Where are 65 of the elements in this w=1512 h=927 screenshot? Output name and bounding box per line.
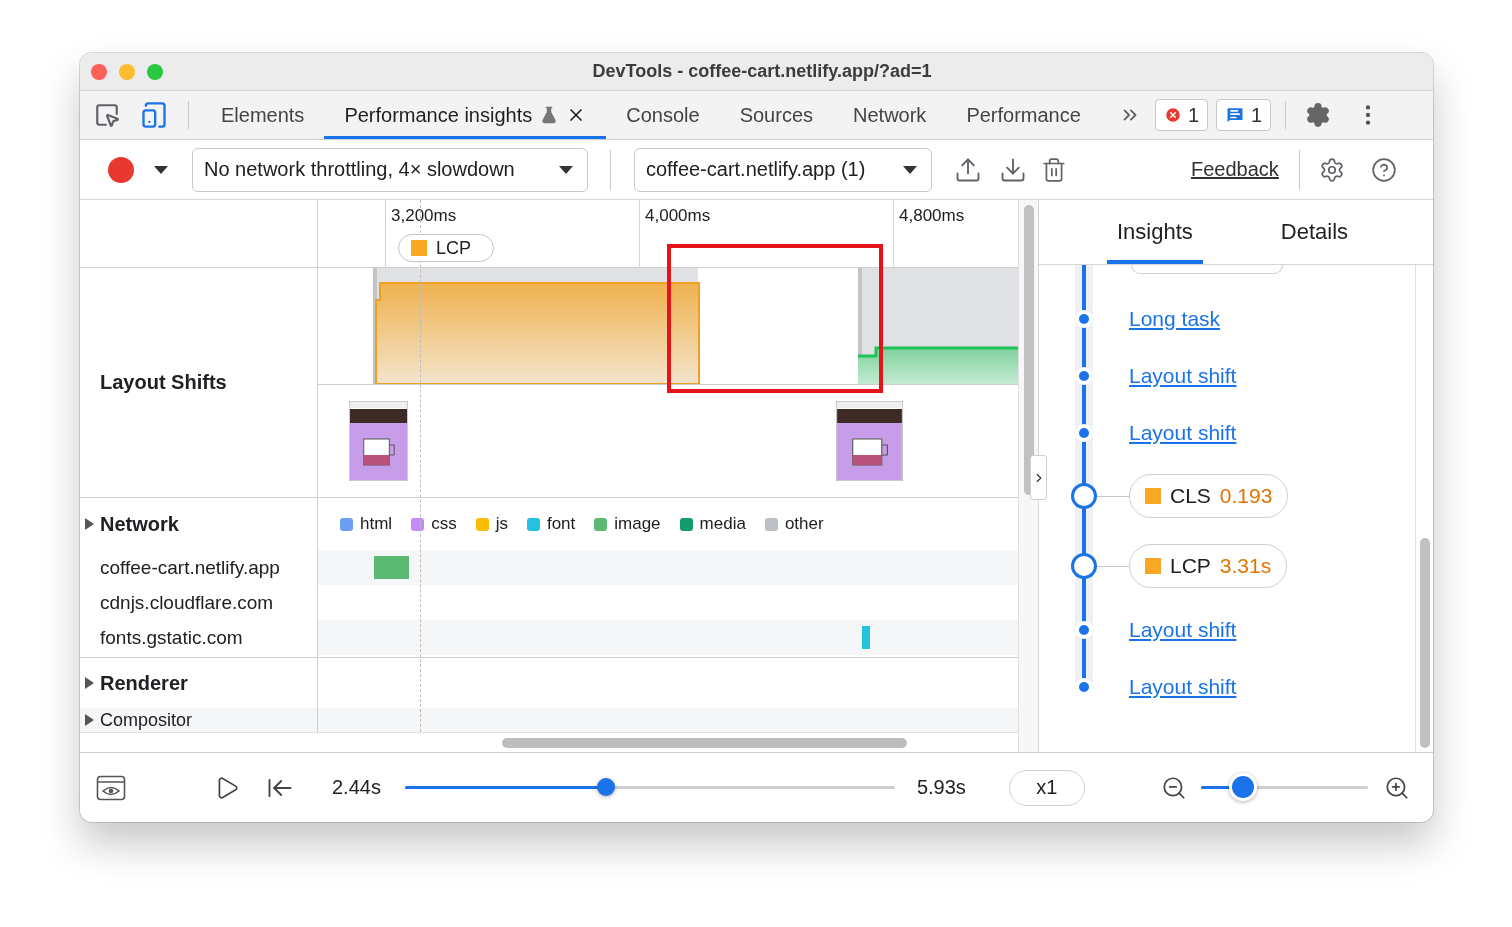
layout-shift-area[interactable] — [858, 346, 1018, 384]
throttling-select[interactable]: No network throttling, 4× slowdown — [192, 147, 588, 192]
window-title: DevTools - coffee-cart.netlify.app/?ad=1 — [591, 61, 933, 82]
feedback-link[interactable]: Feedback — [1191, 158, 1279, 181]
expand-icon[interactable] — [84, 677, 94, 689]
page-select[interactable]: coffee-cart.netlify.app (1) — [634, 147, 932, 192]
start-time: 2.44s — [332, 776, 381, 799]
scrollbar-thumb[interactable] — [1419, 538, 1430, 748]
speed-button[interactable]: x1 — [1008, 769, 1085, 806]
insight-link[interactable]: Layout shift — [1129, 420, 1237, 445]
panel-tab[interactable]: Performance — [946, 91, 1101, 139]
insight-link[interactable]: Long task — [1129, 306, 1221, 331]
insight-link[interactable]: Layout shift — [1129, 674, 1237, 699]
legend-item: other — [764, 514, 824, 534]
host-name: fonts.gstatic.com — [99, 625, 244, 650]
error-icon — [1163, 106, 1182, 124]
host-name: coffee-cart.netlify.app — [99, 555, 281, 580]
panel-tab[interactable]: Performance insights — [324, 91, 607, 139]
panel-tab[interactable]: Insights — [1107, 200, 1203, 264]
insight-link[interactable]: Layout shift — [1129, 363, 1237, 388]
zoom-out-icon[interactable] — [1160, 774, 1187, 801]
expand-icon[interactable] — [84, 518, 94, 530]
caret-icon[interactable] — [154, 165, 168, 174]
track-title: Network — [100, 512, 179, 536]
zoom-in-icon[interactable] — [1383, 774, 1410, 801]
panel-tab[interactable]: Console — [606, 91, 720, 139]
panel-tab[interactable]: Network — [833, 91, 947, 139]
legend-item: html — [340, 514, 393, 534]
legend-item: js — [475, 514, 508, 534]
record-button[interactable] — [108, 156, 134, 183]
legend-item: image — [594, 514, 661, 534]
panel-tab[interactable]: Details — [1270, 200, 1359, 264]
legend-item: font — [526, 514, 576, 534]
host-name: cdnjs.cloudflare.com — [99, 590, 275, 615]
track-title: Layout Shifts — [100, 371, 228, 394]
track-title: Renderer — [100, 671, 188, 695]
screenshot-toggle-icon[interactable] — [96, 774, 126, 801]
panel-tab[interactable]: Elements — [201, 91, 325, 139]
close-window-button[interactable] — [91, 63, 107, 80]
device-icon[interactable] — [140, 101, 168, 129]
timeline-node — [1071, 483, 1097, 509]
inspect-icon[interactable] — [94, 102, 120, 128]
error-count[interactable]: 1 — [1154, 99, 1208, 131]
message-count[interactable]: 1 — [1216, 99, 1272, 131]
insight-link[interactable]: Layout shift — [1129, 617, 1237, 642]
time-tick: 4,000ms — [645, 206, 711, 226]
lcp-marker[interactable]: LCP — [398, 234, 494, 262]
time-tick: 4,800ms — [899, 206, 965, 226]
help-icon[interactable] — [1370, 156, 1397, 183]
track-title: Compositor — [100, 709, 193, 731]
scrollbar-thumb[interactable] — [502, 737, 907, 748]
caret-icon — [903, 165, 917, 174]
expand-icon[interactable] — [84, 714, 94, 726]
timeline-node — [1071, 553, 1097, 579]
message-icon — [1225, 105, 1245, 125]
scrollbar-thumb[interactable] — [1023, 205, 1034, 495]
settings-icon[interactable] — [1305, 102, 1332, 128]
panel-tab[interactable]: Sources — [719, 91, 833, 139]
end-time: 5.93s — [916, 776, 966, 799]
legend-item: media — [679, 514, 746, 534]
time-tick: 3,200ms — [391, 206, 457, 226]
trash-icon[interactable] — [1041, 156, 1067, 183]
caret-icon — [559, 165, 573, 174]
settings-icon[interactable] — [1318, 156, 1345, 183]
legend-item: css — [411, 514, 457, 534]
